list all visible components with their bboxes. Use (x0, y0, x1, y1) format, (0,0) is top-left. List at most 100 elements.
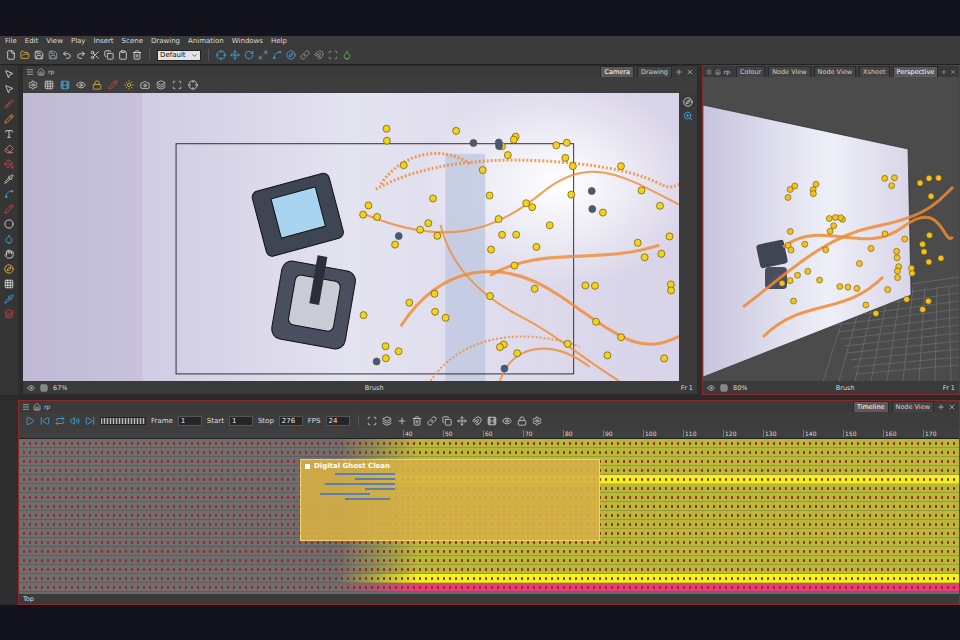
picker-icon[interactable] (4, 294, 14, 304)
keyframe-point[interactable] (382, 343, 389, 350)
panel-tab[interactable]: Colour (736, 66, 765, 78)
menu-item[interactable]: File (5, 36, 17, 46)
keyframe-point[interactable] (817, 277, 823, 283)
track-row[interactable] (19, 547, 959, 556)
play-icon[interactable] (25, 416, 35, 426)
center-icon[interactable] (188, 80, 198, 90)
keyframe-point[interactable] (894, 255, 900, 261)
keyframe-point[interactable] (588, 187, 595, 194)
brush-icon[interactable] (4, 99, 14, 109)
keyframe-point[interactable] (432, 308, 439, 315)
ellipse-icon[interactable] (4, 219, 14, 229)
keyframe-point[interactable] (365, 202, 372, 209)
keyframe-point[interactable] (920, 241, 926, 247)
perspective-viewport[interactable] (703, 77, 959, 381)
track-row[interactable] (19, 448, 959, 457)
keyframe-point[interactable] (938, 255, 944, 261)
camera-icon[interactable] (140, 80, 150, 90)
scale-icon[interactable] (258, 50, 268, 60)
keyframe-point[interactable] (894, 268, 900, 274)
menu-item[interactable]: Play (71, 36, 86, 46)
add-tab-icon[interactable] (675, 68, 683, 76)
keyframe-point[interactable] (926, 175, 932, 181)
motion-path[interactable] (376, 160, 679, 189)
keyframe-point[interactable] (831, 223, 837, 229)
keyframe-point[interactable] (823, 247, 829, 253)
keyframe-point[interactable] (785, 194, 791, 200)
keyframe-point[interactable] (908, 265, 914, 271)
eraser-icon[interactable] (4, 144, 14, 154)
keyframe-point[interactable] (501, 365, 508, 372)
keyframe-point[interactable] (617, 163, 624, 170)
motion-path[interactable] (763, 277, 883, 337)
zoom-icon[interactable] (683, 111, 693, 121)
pencil-icon[interactable] (4, 114, 14, 124)
frame-icon[interactable] (172, 80, 182, 90)
grid-icon[interactable] (44, 80, 54, 90)
field-input[interactable]: 24 (326, 416, 350, 426)
grid-icon[interactable] (720, 384, 728, 392)
keyframe-point[interactable] (434, 232, 441, 239)
keyframe-point[interactable] (787, 228, 793, 234)
keyframe-point[interactable] (832, 214, 838, 220)
keyframe-point[interactable] (504, 152, 511, 159)
keyframe-point[interactable] (563, 139, 570, 146)
paint-icon[interactable] (4, 159, 14, 169)
keyframe-point[interactable] (928, 193, 934, 199)
keyframe-point[interactable] (383, 137, 390, 144)
delete-icon[interactable] (412, 416, 422, 426)
panel-tab[interactable]: Node View (892, 401, 934, 413)
keyframe-point[interactable] (805, 268, 811, 274)
home-icon[interactable] (715, 68, 721, 76)
keyframe-point[interactable] (495, 216, 502, 223)
keyframe-point[interactable] (885, 287, 891, 293)
keyframe-point[interactable] (657, 202, 664, 209)
menu-icon[interactable] (26, 68, 34, 76)
stroke-icon[interactable] (4, 204, 14, 214)
keyframe-point[interactable] (882, 175, 888, 181)
keyframe-point[interactable] (513, 231, 520, 238)
keyframe-point[interactable] (569, 163, 576, 170)
keyframe-point[interactable] (592, 318, 599, 325)
menu-item[interactable]: Windows (232, 36, 263, 46)
keyframe-point[interactable] (856, 261, 862, 267)
undo-icon[interactable] (62, 50, 72, 60)
light-icon[interactable] (124, 80, 134, 90)
keyframe-point[interactable] (442, 314, 449, 321)
keyframe-point[interactable] (417, 226, 424, 233)
keyframe-point[interactable] (392, 241, 399, 248)
zoom-level[interactable]: 80% (733, 384, 747, 392)
keyframe-point[interactable] (921, 249, 927, 255)
motion-path[interactable] (500, 349, 589, 381)
keyframe-point[interactable] (486, 192, 493, 199)
keyframe-point[interactable] (802, 241, 808, 247)
snap-icon[interactable] (472, 416, 482, 426)
keyframe-point[interactable] (511, 262, 518, 269)
keyframe-point[interactable] (488, 246, 495, 253)
delete-icon[interactable] (132, 50, 142, 60)
menu-item[interactable]: Scene (122, 36, 143, 46)
draw-icon[interactable] (108, 80, 118, 90)
grid-icon[interactable] (4, 279, 14, 289)
keyframe-point[interactable] (661, 355, 668, 362)
keyframe-point[interactable] (666, 233, 673, 240)
motion-path[interactable] (743, 187, 953, 307)
keyframe-point[interactable] (553, 142, 560, 149)
keyframe-point[interactable] (618, 334, 625, 341)
keyframe-point[interactable] (638, 187, 645, 194)
motion-path[interactable] (381, 153, 470, 184)
contour-icon[interactable] (4, 84, 14, 94)
keyframe-point[interactable] (779, 280, 785, 286)
dropper-icon[interactable] (4, 174, 14, 184)
menu-item[interactable]: Animation (188, 36, 224, 46)
panel-tab[interactable]: Timeline (853, 401, 889, 413)
transform-icon[interactable] (216, 50, 226, 60)
field-input[interactable]: 276 (279, 416, 303, 426)
view-icon[interactable] (707, 384, 715, 392)
motion-path[interactable] (783, 217, 953, 247)
layers-icon[interactable] (382, 416, 392, 426)
settings-icon[interactable] (532, 416, 542, 426)
keyframe-point[interactable] (395, 232, 402, 239)
first-frame-icon[interactable] (40, 416, 50, 426)
keyframe-point[interactable] (382, 355, 389, 362)
